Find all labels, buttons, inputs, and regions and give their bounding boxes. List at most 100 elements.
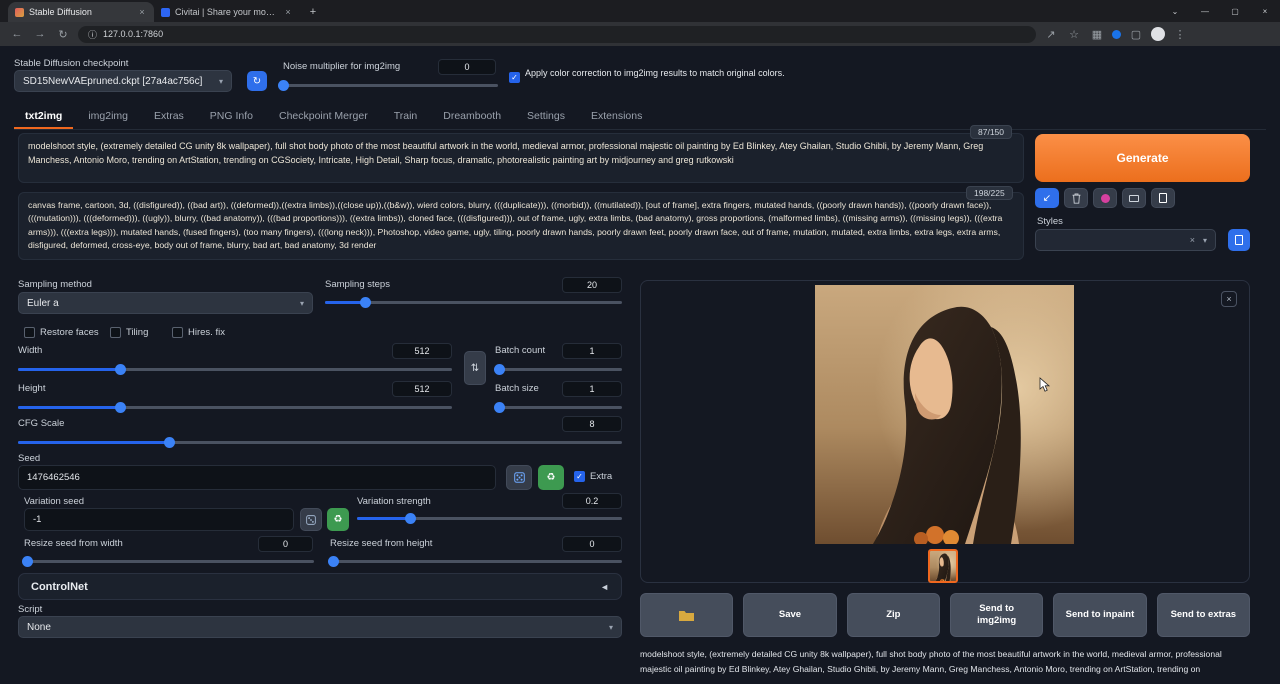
noise-multiplier-value[interactable]: 0 bbox=[438, 59, 496, 75]
clear-prompt-button[interactable] bbox=[1064, 188, 1088, 208]
sampling-method-dropdown[interactable]: Euler a ▾ bbox=[18, 292, 313, 314]
reading-list-icon[interactable]: ▢ bbox=[1128, 28, 1144, 41]
trash-icon bbox=[1072, 193, 1081, 204]
height-value[interactable]: 512 bbox=[392, 381, 452, 397]
paste-generation-params-button[interactable]: ↙ bbox=[1035, 188, 1059, 208]
share-icon[interactable]: ↗ bbox=[1043, 28, 1059, 41]
resize-seed-width-slider[interactable] bbox=[24, 555, 314, 567]
tab-close-icon[interactable]: × bbox=[137, 7, 147, 17]
maximize-button[interactable]: ▢ bbox=[1220, 0, 1250, 22]
swap-dimensions-button[interactable]: ⇅ bbox=[464, 351, 486, 385]
batch-size-value[interactable]: 1 bbox=[562, 381, 622, 397]
sampling-steps-value[interactable]: 20 bbox=[562, 277, 622, 293]
noise-multiplier-slider[interactable] bbox=[281, 79, 498, 91]
tab-dreambooth[interactable]: Dreambooth bbox=[432, 104, 512, 129]
random-seed-button[interactable] bbox=[506, 465, 532, 490]
tiling-checkbox[interactable] bbox=[110, 327, 121, 338]
check-icon: ✓ bbox=[511, 74, 518, 82]
resize-seed-height-label: Resize seed from height bbox=[330, 538, 432, 549]
tab-train[interactable]: Train bbox=[383, 104, 429, 129]
tiling-label: Tiling bbox=[126, 327, 148, 338]
variation-seed-input[interactable]: -1 bbox=[24, 508, 294, 531]
open-folder-button[interactable] bbox=[640, 593, 733, 637]
forward-icon[interactable]: → bbox=[32, 28, 48, 40]
resize-seed-height-slider[interactable] bbox=[330, 555, 622, 567]
controlnet-accordion[interactable]: ControlNet ◄ bbox=[18, 573, 622, 600]
extra-networks-icon bbox=[1101, 194, 1110, 203]
minimize-button[interactable]: — bbox=[1190, 0, 1220, 22]
tab-title: Civitai | Share your models bbox=[175, 7, 278, 17]
prompt-input[interactable]: modelshoot style, (extremely detailed CG… bbox=[18, 133, 1024, 183]
send-to-extras-button[interactable]: Send to extras bbox=[1157, 593, 1250, 637]
save-style-button[interactable] bbox=[1151, 188, 1175, 208]
height-slider[interactable] bbox=[18, 401, 452, 413]
send-to-inpaint-button[interactable]: Send to inpaint bbox=[1053, 593, 1146, 637]
batch-size-slider[interactable] bbox=[495, 401, 622, 413]
cfg-scale-slider[interactable] bbox=[18, 436, 622, 448]
sampling-steps-slider[interactable] bbox=[325, 296, 622, 308]
script-dropdown[interactable]: None ▾ bbox=[18, 616, 622, 638]
swap-icon: ⇅ bbox=[471, 363, 479, 374]
tab-extras[interactable]: Extras bbox=[143, 104, 195, 129]
width-slider[interactable] bbox=[18, 363, 452, 375]
cfg-scale-value[interactable]: 8 bbox=[562, 416, 622, 432]
seed-input[interactable]: 1476462546 bbox=[18, 465, 496, 490]
site-info-icon[interactable]: ⓘ bbox=[88, 28, 97, 41]
reuse-seed-button[interactable]: ♻ bbox=[538, 465, 564, 490]
variation-strength-value[interactable]: 0.2 bbox=[562, 493, 622, 509]
tab-png-info[interactable]: PNG Info bbox=[199, 104, 264, 129]
browser-menu-icon[interactable]: ⋮ bbox=[1172, 28, 1188, 41]
batch-count-slider[interactable] bbox=[495, 363, 622, 375]
new-tab-button[interactable]: + bbox=[304, 3, 322, 21]
browser-toolbar: ← → ↻ ⓘ 127.0.0.1:7860 ↗ ☆ ▦ ▢ ⋮ bbox=[0, 22, 1280, 46]
tab-checkpoint-merger[interactable]: Checkpoint Merger bbox=[268, 104, 379, 129]
generated-image[interactable] bbox=[815, 285, 1074, 544]
back-icon[interactable]: ← bbox=[9, 28, 25, 40]
close-window-button[interactable]: × bbox=[1250, 0, 1280, 22]
width-value[interactable]: 512 bbox=[392, 343, 452, 359]
styles-dropdown[interactable]: × ▾ bbox=[1035, 229, 1216, 251]
profile-avatar[interactable] bbox=[1151, 27, 1165, 41]
civitai-favicon bbox=[161, 8, 170, 17]
refresh-checkpoints-button[interactable]: ↻ bbox=[247, 71, 267, 91]
close-gallery-button[interactable]: × bbox=[1221, 291, 1237, 307]
tab-extensions[interactable]: Extensions bbox=[580, 104, 653, 129]
chevron-down-icon: ▾ bbox=[609, 623, 613, 632]
url-text: 127.0.0.1:7860 bbox=[103, 29, 163, 39]
stable-diffusion-favicon bbox=[15, 8, 24, 17]
reuse-variation-seed-button[interactable]: ♻ bbox=[327, 508, 349, 531]
tab-close-icon[interactable]: × bbox=[283, 7, 293, 17]
color-correction-checkbox[interactable]: ✓ bbox=[509, 72, 520, 83]
address-bar[interactable]: ⓘ 127.0.0.1:7860 bbox=[78, 26, 1036, 43]
batch-count-value[interactable]: 1 bbox=[562, 343, 622, 359]
tab-img2img[interactable]: img2img bbox=[77, 104, 139, 129]
resize-seed-width-value[interactable]: 0 bbox=[258, 536, 313, 552]
zip-button[interactable]: Zip bbox=[847, 593, 940, 637]
apps-grid-icon[interactable]: ▦ bbox=[1089, 28, 1105, 41]
generation-info-text: modelshoot style, (extremely detailed CG… bbox=[640, 647, 1252, 677]
bookmark-star-icon[interactable]: ☆ bbox=[1066, 28, 1082, 41]
hires-fix-checkbox[interactable] bbox=[172, 327, 183, 338]
browser-tab-civitai[interactable]: Civitai | Share your models × bbox=[154, 2, 300, 22]
extra-seed-checkbox[interactable]: ✓ bbox=[574, 471, 585, 482]
apply-selected-styles-button[interactable] bbox=[1228, 229, 1250, 251]
tab-search-icon[interactable]: ⌄ bbox=[1160, 0, 1190, 22]
tab-settings[interactable]: Settings bbox=[516, 104, 576, 129]
clear-styles-icon[interactable]: × bbox=[1190, 235, 1195, 245]
gallery-thumbnail[interactable] bbox=[928, 549, 958, 583]
checkpoint-dropdown[interactable]: SD15NewVAEpruned.ckpt [27a4ac756c] ▾ bbox=[14, 70, 232, 92]
save-button[interactable]: Save bbox=[743, 593, 836, 637]
browser-tab-stable-diffusion[interactable]: Stable Diffusion × bbox=[8, 2, 154, 22]
extension-badge-icon[interactable] bbox=[1112, 30, 1121, 39]
variation-strength-slider[interactable] bbox=[357, 512, 622, 524]
reload-icon[interactable]: ↻ bbox=[55, 28, 71, 41]
generate-button[interactable]: Generate bbox=[1035, 134, 1250, 182]
restore-faces-checkbox[interactable] bbox=[24, 327, 35, 338]
send-to-img2img-button[interactable]: Send to img2img bbox=[950, 593, 1043, 637]
tab-txt2img[interactable]: txt2img bbox=[14, 104, 73, 129]
negative-prompt-input[interactable]: canvas frame, cartoon, 3d, ((disfigured)… bbox=[18, 192, 1024, 260]
random-variation-seed-button[interactable] bbox=[300, 508, 322, 531]
extra-networks-button[interactable] bbox=[1093, 188, 1117, 208]
apply-style-button[interactable] bbox=[1122, 188, 1146, 208]
resize-seed-height-value[interactable]: 0 bbox=[562, 536, 622, 552]
